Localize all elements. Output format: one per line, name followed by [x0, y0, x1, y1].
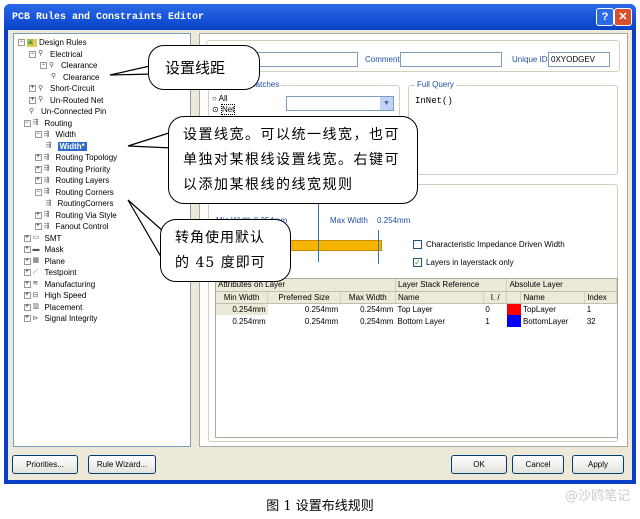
- callout-clearance: 设置线距: [148, 45, 260, 90]
- watermark: @沙鸥笔记: [564, 489, 630, 504]
- figure-caption: 图 1 设置布线规则: [266, 499, 374, 514]
- callout-width: 设置线宽。可以统一线宽，也可单独对某根线设置线宽。右键可以添加某根线的线宽规则: [168, 116, 418, 204]
- callout-pointers: [109, 65, 173, 265]
- callout-corners: 转角使用默认的 45 度即可: [160, 219, 291, 282]
